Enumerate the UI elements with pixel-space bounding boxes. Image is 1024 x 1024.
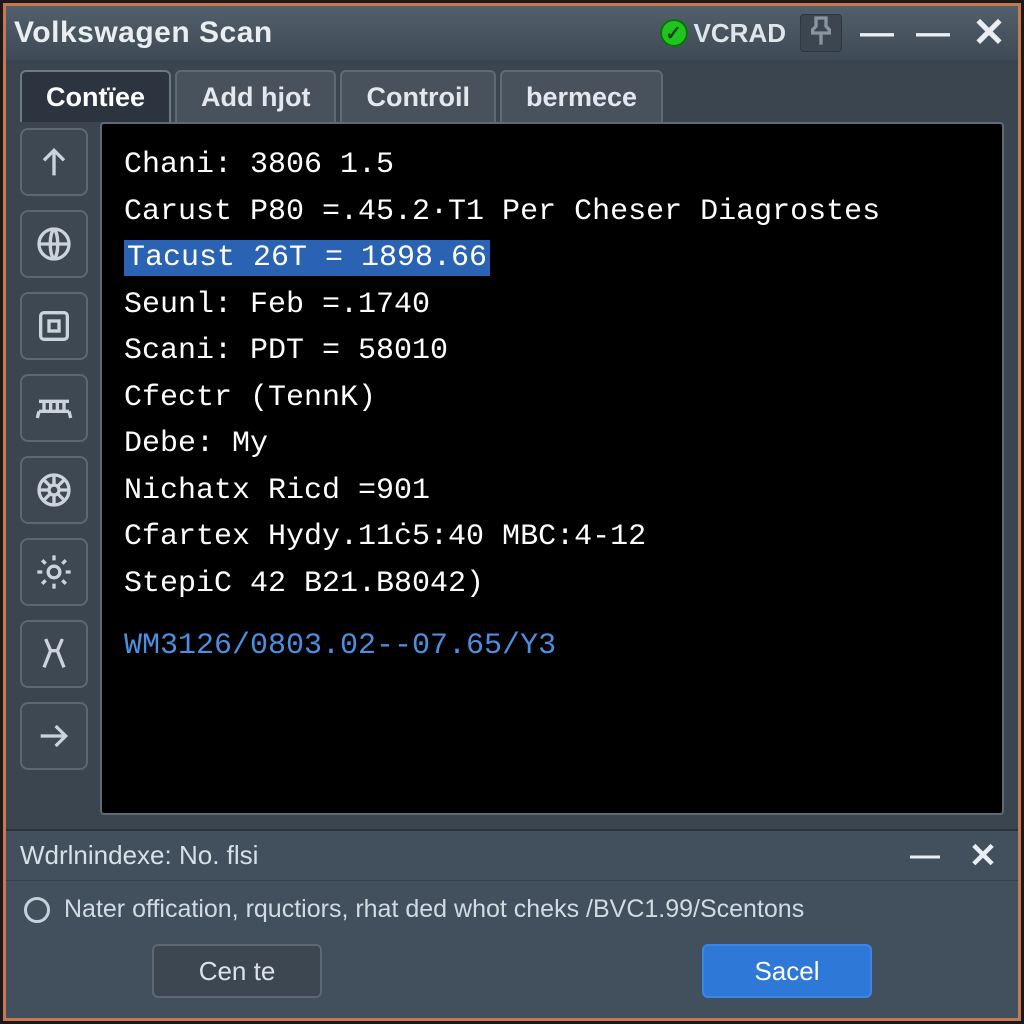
sub-titlebar: Wdrlnindexe: No. flsi — ✕ bbox=[6, 831, 1018, 881]
tab-controil[interactable]: Controil bbox=[340, 70, 495, 122]
console-line: Scani: PDT = 58010 bbox=[124, 328, 980, 375]
bridge-icon bbox=[34, 388, 74, 428]
console-line: Nichatx Ricd =901 bbox=[124, 468, 980, 515]
console-line: Carust P80 =.45.2·T1 Per Cheser Diagrost… bbox=[124, 189, 980, 236]
status-chip: ✓ VCRAD bbox=[660, 18, 786, 49]
restore-button[interactable]: — bbox=[912, 12, 954, 54]
highlighted-text: Tacust 26T = 1898.66 bbox=[124, 240, 490, 276]
console-line: StepiC 42 B21.B8042) bbox=[124, 561, 980, 608]
button-label: Cen te bbox=[199, 956, 276, 987]
sub-titlebar-right: — ✕ bbox=[904, 835, 1004, 877]
titlebar-right: ✓ VCRAD — — ✕ bbox=[660, 12, 1010, 54]
radio-icon[interactable] bbox=[24, 897, 50, 923]
frame-icon bbox=[34, 306, 74, 346]
tool-arrow-right[interactable] bbox=[20, 702, 88, 770]
tab-row: Contïee Add hjot Controil bermece bbox=[6, 60, 1018, 122]
tab-bermece[interactable]: bermece bbox=[500, 70, 663, 122]
tool-fork[interactable] bbox=[20, 620, 88, 688]
tab-label: bermece bbox=[526, 82, 637, 113]
button-row: Cen te Sacel bbox=[6, 938, 1018, 1018]
globe-icon bbox=[34, 224, 74, 264]
tool-frame[interactable] bbox=[20, 292, 88, 360]
tool-bridge[interactable] bbox=[20, 374, 88, 442]
console-line: Cfartex Hydy.11ċ5:40 MBC:4-12 bbox=[124, 514, 980, 561]
tool-globe[interactable] bbox=[20, 210, 88, 278]
console-line: Cfectr (TennK) bbox=[124, 375, 980, 422]
tab-label: Controil bbox=[366, 82, 469, 113]
pin-icon[interactable] bbox=[800, 14, 842, 52]
status-label: VCRAD bbox=[694, 18, 786, 49]
tool-arrow-up[interactable] bbox=[20, 128, 88, 196]
tab-label: Contïee bbox=[46, 82, 145, 113]
arrow-up-icon bbox=[34, 142, 74, 182]
sub-minimize-button[interactable]: — bbox=[904, 835, 946, 877]
wheel-icon bbox=[34, 470, 74, 510]
sub-close-button[interactable]: ✕ bbox=[962, 835, 1004, 877]
sub-body: Nater offication, rquctiors, rhat ded wh… bbox=[6, 881, 1018, 938]
console-line: Chani: 3806 1.5 bbox=[124, 142, 980, 189]
sub-message: Nater offication, rquctiors, rhat ded wh… bbox=[64, 895, 804, 924]
tool-wheel[interactable] bbox=[20, 456, 88, 524]
sub-title-text: Wdrlnindexe: No. flsi bbox=[20, 840, 258, 871]
console-path: WM3126/0803.02--07.65/Y3 bbox=[124, 623, 556, 670]
titlebar: Volkswagen Scan ✓ VCRAD — — ✕ bbox=[6, 6, 1018, 60]
console-line: Debe: My bbox=[124, 421, 980, 468]
fork-icon bbox=[34, 634, 74, 674]
close-button[interactable]: ✕ bbox=[968, 12, 1010, 54]
save-button[interactable]: Sacel bbox=[702, 944, 872, 998]
console-output[interactable]: Chani: 3806 1.5 Carust P80 =.45.2·T1 Per… bbox=[100, 122, 1004, 815]
tab-contiee[interactable]: Contïee bbox=[20, 70, 171, 122]
sub-window: Wdrlnindexe: No. flsi — ✕ Nater officati… bbox=[6, 829, 1018, 1018]
tab-add-hjot[interactable]: Add hjot bbox=[175, 70, 336, 122]
tab-label: Add hjot bbox=[201, 82, 310, 113]
side-toolbar bbox=[20, 122, 90, 815]
button-label: Sacel bbox=[754, 956, 819, 987]
arrow-right-icon bbox=[34, 716, 74, 756]
console-line: Seunl: Feb =.1740 bbox=[124, 282, 980, 329]
body-row: Chani: 3806 1.5 Carust P80 =.45.2·T1 Per… bbox=[6, 122, 1018, 829]
gear-icon bbox=[34, 552, 74, 592]
minimize-button[interactable]: — bbox=[856, 12, 898, 54]
check-icon: ✓ bbox=[660, 19, 688, 47]
tool-gear[interactable] bbox=[20, 538, 88, 606]
window-title: Volkswagen Scan bbox=[14, 16, 273, 50]
console-line-highlight: Tacust 26T = 1898.66 bbox=[124, 235, 980, 282]
center-button[interactable]: Cen te bbox=[152, 944, 322, 998]
app-window: Volkswagen Scan ✓ VCRAD — — ✕ Contïee Ad… bbox=[3, 3, 1021, 1021]
